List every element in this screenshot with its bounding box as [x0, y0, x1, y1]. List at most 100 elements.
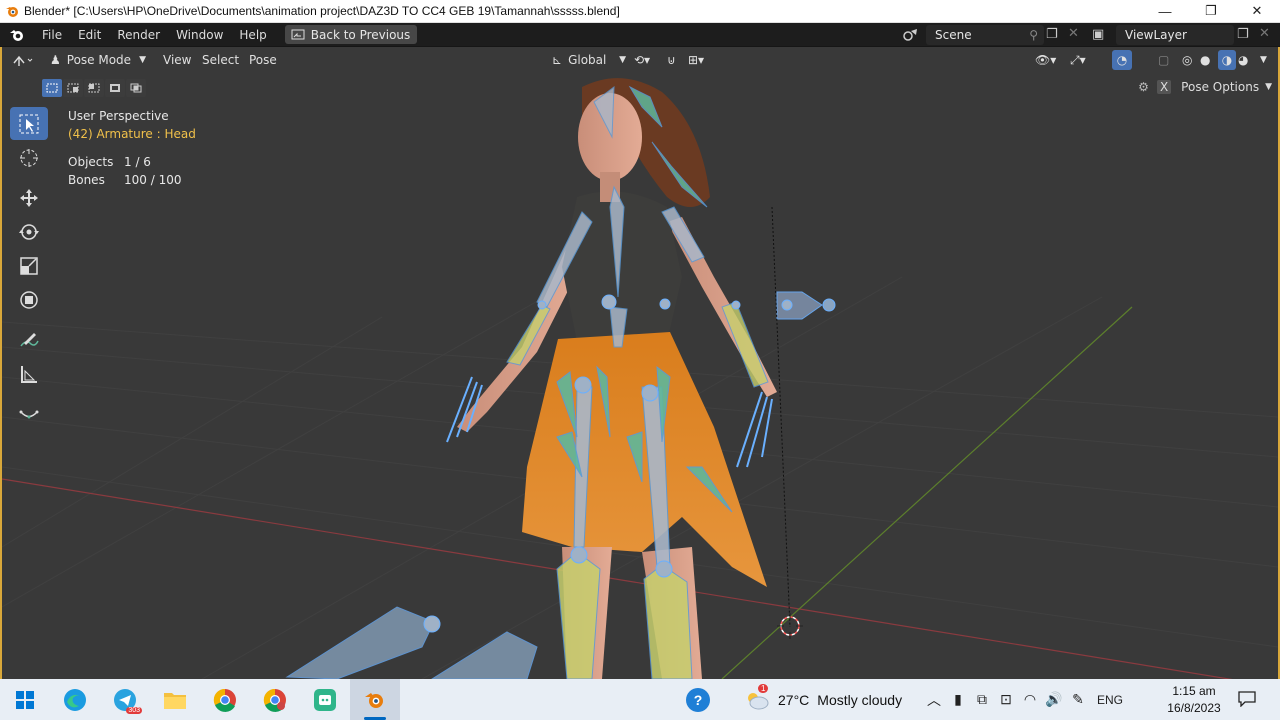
rotate-tool-icon[interactable]	[10, 215, 48, 248]
blender-logo-icon[interactable]	[0, 23, 34, 47]
minimize-button[interactable]: —	[1142, 0, 1188, 23]
gizmo-icon[interactable]: ⤢▾	[1070, 50, 1086, 70]
x-mirror-toggle[interactable]: X	[1156, 80, 1172, 94]
new-scene-icon[interactable]: ❐	[1046, 27, 1058, 42]
scale-tool-icon[interactable]	[10, 249, 48, 282]
app-green-icon[interactable]	[300, 679, 350, 720]
notification-icon[interactable]	[1236, 689, 1258, 709]
joint-floor-1[interactable]	[423, 615, 441, 633]
bone-floor-2[interactable]	[431, 631, 538, 679]
annotate-tool-icon[interactable]	[10, 323, 48, 356]
menu-pose[interactable]: Pose	[249, 50, 277, 70]
menu-edit[interactable]: Edit	[70, 23, 109, 47]
pivot-point-icon[interactable]: ⟲▾	[634, 50, 650, 70]
menu-render[interactable]: Render	[109, 23, 168, 47]
armature-bones[interactable]	[285, 85, 836, 679]
bones-hand-right[interactable]	[736, 391, 773, 468]
menu-view[interactable]: View	[163, 50, 191, 70]
move-tool-icon[interactable]	[10, 181, 48, 214]
joint-spine[interactable]	[601, 294, 617, 310]
chrome-icon[interactable]	[200, 679, 250, 720]
3d-cursor-icon[interactable]	[777, 613, 803, 639]
snap-target-icon[interactable]: ⊞▾	[688, 50, 704, 70]
shading-material-icon[interactable]: ◑	[1218, 50, 1236, 70]
bone-joint-ik[interactable]	[822, 298, 836, 312]
shading-solid-icon[interactable]: ●	[1200, 50, 1210, 70]
3d-viewport[interactable]: ♟ Pose Mode ▼ View Select Pose ⊾ Global …	[0, 47, 1280, 679]
measure-tool-icon[interactable]	[10, 357, 48, 390]
objects-stat: Objects 1 / 6	[68, 153, 196, 171]
mode-selector[interactable]: ♟ Pose Mode ▼	[46, 50, 148, 70]
select-box-tool[interactable]	[10, 107, 48, 140]
xray-icon[interactable]: ▢	[1158, 50, 1169, 70]
select-extend-icon[interactable]	[63, 79, 83, 97]
mirror-icon[interactable]: ⚙	[1138, 80, 1149, 94]
joint-knee-left[interactable]	[570, 546, 588, 564]
scene-selector[interactable]: Scene ⚲	[926, 25, 1044, 45]
wifi-icon[interactable]: ◠	[1018, 679, 1042, 720]
select-invert-icon[interactable]	[105, 79, 125, 97]
screen-capture-icon[interactable]: ⧉	[970, 679, 994, 720]
objects-label: Objects	[68, 155, 114, 169]
cursor-tool-icon[interactable]	[10, 141, 48, 174]
usb-icon[interactable]: ▮	[946, 679, 970, 720]
view-layer-selector[interactable]: ViewLayer	[1116, 25, 1234, 45]
file-explorer-icon[interactable]	[150, 679, 200, 720]
select-intersect-icon[interactable]	[126, 79, 146, 97]
windows-start-icon[interactable]	[0, 679, 50, 720]
pose-options-button[interactable]: Pose Options ▼	[1181, 80, 1272, 94]
weather-widget[interactable]: 1 27°C Mostly cloudy	[744, 679, 902, 720]
edge-browser-icon[interactable]	[50, 679, 100, 720]
shading-wireframe-icon[interactable]: ◎	[1182, 50, 1192, 70]
back-to-previous-button[interactable]: Back to Previous	[284, 25, 418, 44]
joint-elbow-left[interactable]	[537, 300, 547, 310]
bone-shin-left[interactable]	[556, 551, 601, 679]
remove-view-layer-icon[interactable]: ✕	[1259, 26, 1270, 41]
chrome-profile-icon[interactable]	[250, 679, 300, 720]
snap-icon[interactable]: ⊍	[667, 50, 676, 70]
shading-rendered-icon[interactable]: ◕	[1238, 50, 1248, 70]
joint-hip-left[interactable]	[574, 376, 592, 394]
close-button[interactable]: ✕	[1234, 0, 1280, 23]
pin-icon[interactable]: ⚲	[1029, 28, 1038, 42]
chevron-up-icon[interactable]: ︿	[922, 679, 946, 720]
joint-elbow-right[interactable]	[731, 300, 741, 310]
orientation-label: Global	[568, 53, 607, 67]
select-mode-group	[42, 79, 147, 97]
pen-icon[interactable]: ✎	[1066, 679, 1090, 720]
select-subtract-icon[interactable]	[84, 79, 104, 97]
bone-shin-right[interactable]	[643, 564, 693, 679]
telegram-icon[interactable]: 303	[100, 679, 150, 720]
meet-now-icon[interactable]: ⊡	[994, 679, 1018, 720]
joint-chest-right[interactable]	[659, 298, 671, 310]
weather-description: Mostly cloudy	[817, 691, 903, 708]
windows-taskbar: 303 ? 1 27°C Mostly cloudy ︿ ▮ ⧉ ⊡ ◠ 🔊 ✎…	[0, 679, 1280, 720]
bone-forearm-right[interactable]	[721, 301, 769, 388]
joint-hip-right[interactable]	[641, 384, 659, 402]
joint-knee-right[interactable]	[655, 560, 673, 578]
remove-scene-icon[interactable]: ✕	[1068, 26, 1079, 41]
scene-icon[interactable]	[900, 27, 922, 43]
select-new-icon[interactable]	[42, 79, 62, 97]
help-icon[interactable]: ?	[686, 688, 710, 712]
visibility-icon[interactable]: 👁▾	[1035, 50, 1056, 70]
menu-file[interactable]: File	[34, 23, 70, 47]
menu-select[interactable]: Select	[202, 50, 239, 70]
maximize-button[interactable]: ❐	[1188, 0, 1234, 23]
transform-tool-icon[interactable]	[10, 283, 48, 316]
volume-icon[interactable]: 🔊	[1042, 679, 1066, 720]
clock[interactable]: 1:15 am 16/8/2023	[1158, 679, 1230, 720]
new-view-layer-icon[interactable]: ❐	[1237, 27, 1249, 42]
view-layer-icon[interactable]: ▣	[1092, 27, 1104, 42]
transform-orientation-selector[interactable]: ⊾ Global ▼	[552, 50, 626, 70]
input-indicator[interactable]: ENG	[1090, 679, 1130, 720]
shading-options-icon[interactable]: ▼	[1260, 50, 1267, 70]
menu-window[interactable]: Window	[168, 23, 231, 47]
menu-help[interactable]: Help	[231, 23, 274, 47]
joint-ik-base[interactable]	[781, 299, 793, 311]
overlays-icon[interactable]: ◔	[1112, 50, 1132, 70]
editor-type-icon[interactable]	[12, 50, 34, 70]
blender-taskbar-icon[interactable]	[350, 679, 400, 720]
relax-pose-tool-icon[interactable]	[10, 397, 48, 430]
pose-options-label: Pose Options	[1181, 80, 1260, 94]
